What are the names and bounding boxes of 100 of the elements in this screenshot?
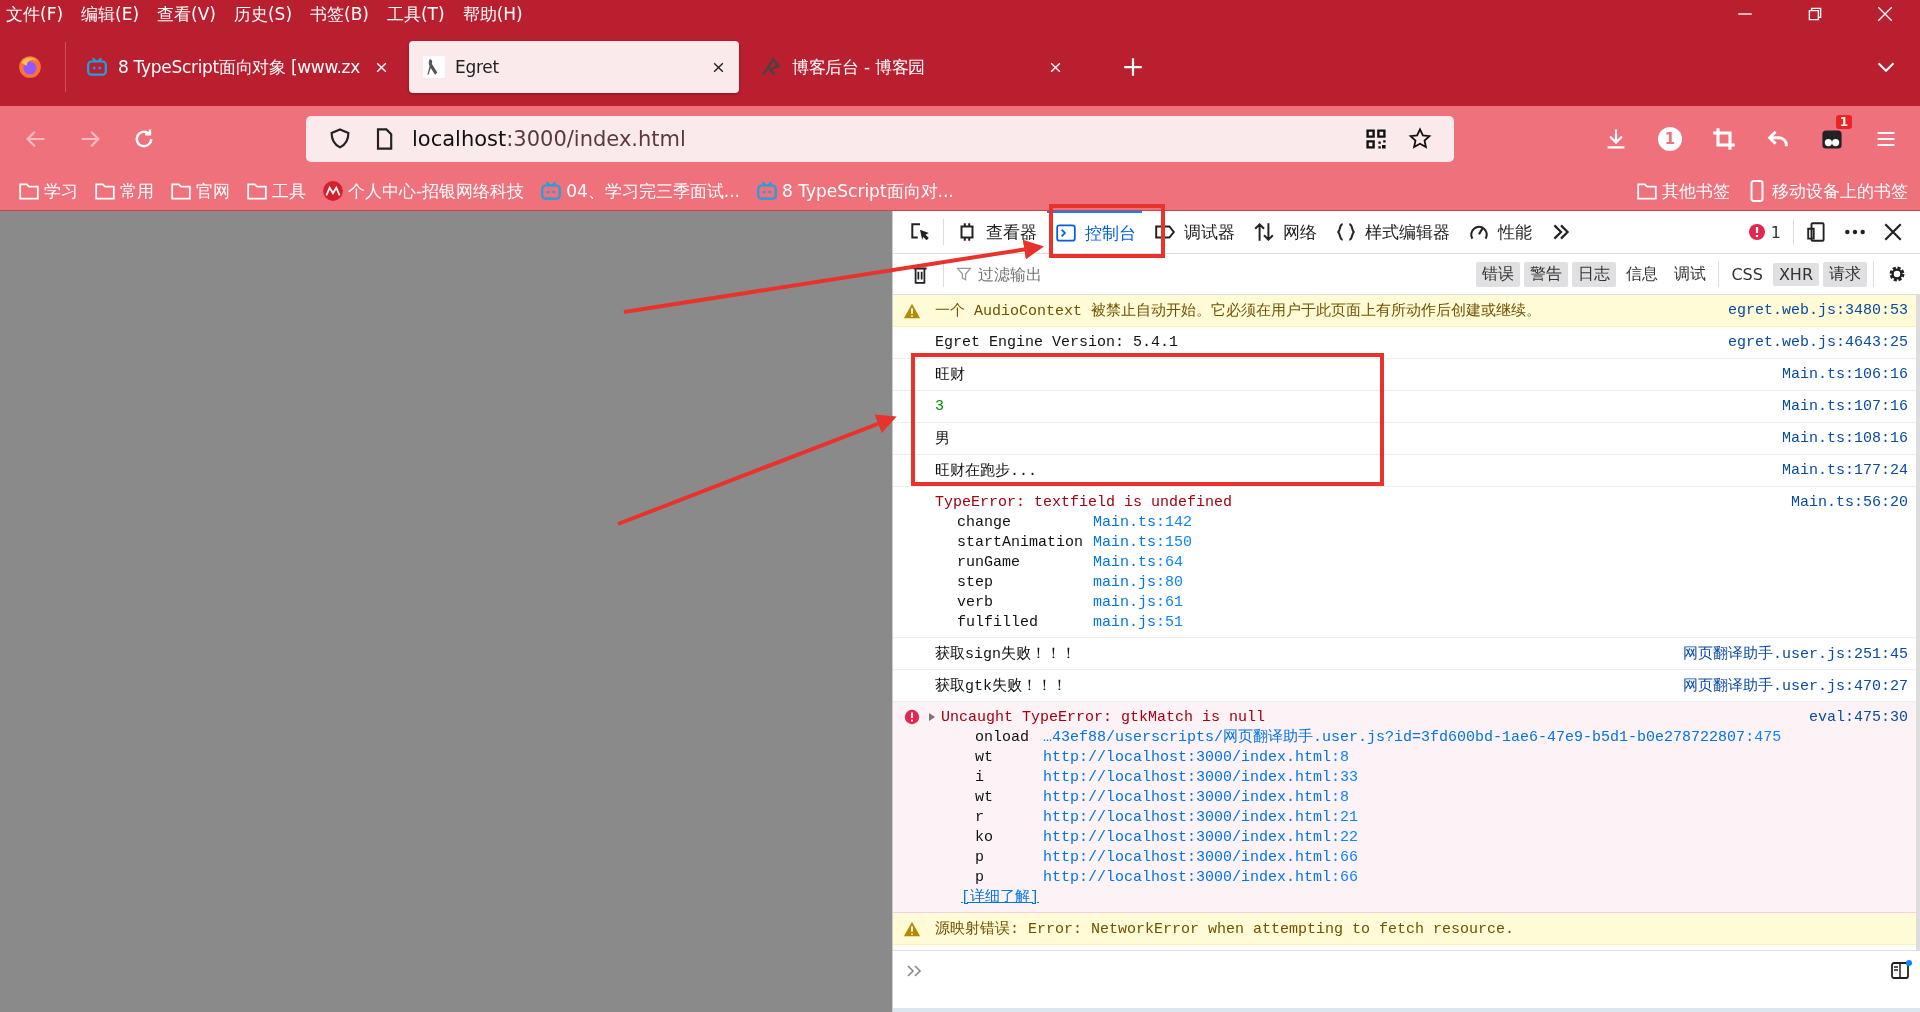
browser-tab[interactable]: 博客后台 - 博客园 bbox=[746, 41, 1076, 93]
expand-arrow-icon[interactable] bbox=[927, 712, 937, 722]
console-message: 3 bbox=[934, 398, 945, 415]
stack-function: onload bbox=[975, 728, 1029, 748]
terminal-icon bbox=[1055, 222, 1077, 244]
tv-icon bbox=[756, 180, 778, 202]
stack-location[interactable]: http://localhost:3000/index.html:8 bbox=[1043, 788, 1908, 808]
console-message: Egret Engine Version: 5.4.1 bbox=[934, 334, 1180, 351]
source-link[interactable]: egret.web.js:3480:53 bbox=[1727, 302, 1908, 319]
mountain-logo-icon bbox=[322, 180, 344, 202]
stack-location[interactable]: Main.ts:150 bbox=[1093, 533, 1908, 553]
console-message: 获取gtk失败！！！ bbox=[934, 676, 1068, 695]
stack-location[interactable]: http://localhost:3000/index.html:22 bbox=[1043, 828, 1908, 848]
menu-item[interactable]: 历史(S) bbox=[233, 2, 293, 26]
source-link[interactable]: Main.ts:56:20 bbox=[1790, 493, 1908, 511]
shield-icon bbox=[328, 127, 352, 151]
menu-item[interactable]: 工具(T) bbox=[386, 2, 445, 26]
close-icon[interactable] bbox=[1876, 5, 1894, 23]
element-picker-icon[interactable] bbox=[909, 221, 931, 243]
tab-title: 8 TypeScript面向对象 [www.zx bbox=[118, 55, 361, 79]
braces-icon bbox=[1335, 221, 1357, 243]
qr-code-icon[interactable] bbox=[1364, 127, 1388, 151]
filter-toggle[interactable]: CSS bbox=[1725, 262, 1769, 286]
filter-toggle[interactable]: 请求 bbox=[1823, 261, 1867, 287]
stack-function: i bbox=[975, 768, 985, 788]
error-message: TypeError: textfield is undefined bbox=[934, 493, 1234, 511]
stack-location[interactable]: http://localhost:3000/index.html:66 bbox=[1043, 868, 1908, 888]
filter-toggle[interactable]: 信息 bbox=[1620, 261, 1665, 287]
tab-title: Egret bbox=[455, 57, 500, 77]
console-message: 一个 AudioContext 被禁止自动开始。它必须在用户于此页面上有所动作后创建或继续。 bbox=[934, 301, 1543, 320]
stack-location[interactable]: http://localhost:3000/index.html:33 bbox=[1043, 768, 1908, 788]
url-text: localhost:3000/index.html bbox=[412, 127, 686, 151]
stack-location[interactable]: main.js:51 bbox=[1093, 613, 1908, 633]
close-icon[interactable] bbox=[1882, 221, 1904, 243]
source-link[interactable]: Main.ts:108:16 bbox=[1781, 430, 1908, 447]
extension-badge: 1 bbox=[1835, 115, 1852, 129]
devtools-tab[interactable]: 查看器 bbox=[948, 211, 1043, 253]
responsive-design-icon[interactable] bbox=[1806, 221, 1828, 243]
up-down-arrows-icon bbox=[1253, 221, 1275, 243]
source-link[interactable]: Main.ts:106:16 bbox=[1781, 366, 1908, 383]
stack-location[interactable]: http://localhost:3000/index.html:21 bbox=[1043, 808, 1908, 828]
stack-function: runGame bbox=[957, 553, 1021, 573]
browser-tab[interactable]: Egret bbox=[409, 41, 739, 93]
stack-location[interactable]: http://localhost:3000/index.html:8 bbox=[1043, 748, 1908, 768]
source-link[interactable]: egret.web.js:4643:25 bbox=[1727, 334, 1908, 351]
learn-more-link[interactable]: [详细了解] bbox=[961, 888, 1039, 908]
stack-function: p bbox=[975, 868, 985, 888]
stack-location[interactable]: Main.ts:64 bbox=[1093, 553, 1908, 573]
devtools-tab[interactable]: 样式编辑器 bbox=[1327, 211, 1456, 253]
filter-toggle[interactable]: 错误 bbox=[1476, 261, 1521, 287]
console-message: 源映射错误: Error: NetworkError when attempting to fetch resource. bbox=[934, 919, 1516, 938]
star-icon[interactable] bbox=[1408, 127, 1432, 151]
crop-icon[interactable] bbox=[1712, 127, 1736, 151]
stack-function: r bbox=[975, 808, 985, 828]
browser-tab[interactable]: 8 TypeScript面向对象 [www.zx bbox=[72, 41, 402, 93]
console-message: 获取sign失败！！！ bbox=[934, 644, 1077, 663]
source-link[interactable]: eval:475:30 bbox=[1808, 708, 1908, 726]
filter-toggle[interactable]: 警告 bbox=[1524, 261, 1569, 287]
sidebar-toggle-icon[interactable] bbox=[1890, 959, 1912, 981]
devtools-tab[interactable]: 控制台 bbox=[1047, 211, 1142, 253]
error-count[interactable]: 1 bbox=[1742, 221, 1781, 243]
source-link[interactable]: 网页翻译助手.user.js:251:45 bbox=[1682, 644, 1908, 663]
devtools-tab[interactable]: 网络 bbox=[1245, 211, 1323, 253]
stack-location[interactable]: http://localhost:3000/index.html:66 bbox=[1043, 848, 1908, 868]
console-message: 旺财 bbox=[934, 365, 966, 384]
menu-item[interactable]: 书签(B) bbox=[310, 2, 369, 26]
new-tab-icon[interactable] bbox=[1123, 57, 1143, 77]
devtools-tab[interactable]: 调试器 bbox=[1146, 211, 1241, 253]
filter-toggle[interactable]: 日志 bbox=[1572, 261, 1617, 287]
stack-location[interactable]: main.js:61 bbox=[1093, 593, 1908, 613]
menu-item[interactable]: 文件(F) bbox=[6, 2, 64, 26]
menu-item[interactable]: 查看(V) bbox=[157, 2, 216, 26]
tab-title: 博客后台 - 博客园 bbox=[792, 55, 926, 79]
address-bar[interactable]: localhost:3000/index.html bbox=[306, 116, 1454, 162]
source-link[interactable]: Main.ts:177:24 bbox=[1781, 462, 1908, 479]
filter-field[interactable]: 过滤输出 bbox=[976, 263, 1475, 285]
tv-icon bbox=[86, 56, 108, 78]
source-link[interactable]: Main.ts:107:16 bbox=[1781, 398, 1908, 415]
menu-item[interactable]: 编辑(E) bbox=[81, 2, 140, 26]
stack-location[interactable]: main.js:80 bbox=[1093, 573, 1908, 593]
stack-function: startAnimation bbox=[957, 533, 1084, 553]
stack-function: p bbox=[975, 848, 985, 868]
stack-function: wt bbox=[975, 748, 994, 768]
console-message: 男 bbox=[934, 430, 951, 448]
source-link[interactable]: 网页翻译助手.user.js:470:27 bbox=[1682, 676, 1908, 695]
stack-function: verb bbox=[957, 593, 994, 613]
stack-function: ko bbox=[975, 828, 994, 848]
console-message: 旺财在跑步... bbox=[934, 461, 1038, 480]
browser-logo-icon[interactable] bbox=[17, 54, 43, 80]
devtools-tab[interactable]: 性能 bbox=[1460, 211, 1538, 253]
filter-toggle[interactable]: XHR bbox=[1772, 262, 1819, 286]
stack-location[interactable]: Main.ts:142 bbox=[1093, 513, 1908, 533]
error-icon bbox=[903, 708, 921, 726]
filter-toggle[interactable]: 调试 bbox=[1668, 261, 1713, 287]
stack-location[interactable]: …43ef88/userscripts/网页翻译助手.user.js?id=3fd600bd-1ae6-47e9-b5d1-b0e278722807:475 bbox=[1043, 728, 1908, 748]
restore-icon[interactable] bbox=[1806, 5, 1824, 23]
stack-function: fulfilled bbox=[957, 613, 1039, 633]
menu-item[interactable]: 帮助(H) bbox=[462, 2, 523, 26]
error-message: Uncaught TypeError: gtkMatch is null bbox=[941, 708, 1267, 726]
close-tab-icon[interactable] bbox=[712, 60, 725, 74]
